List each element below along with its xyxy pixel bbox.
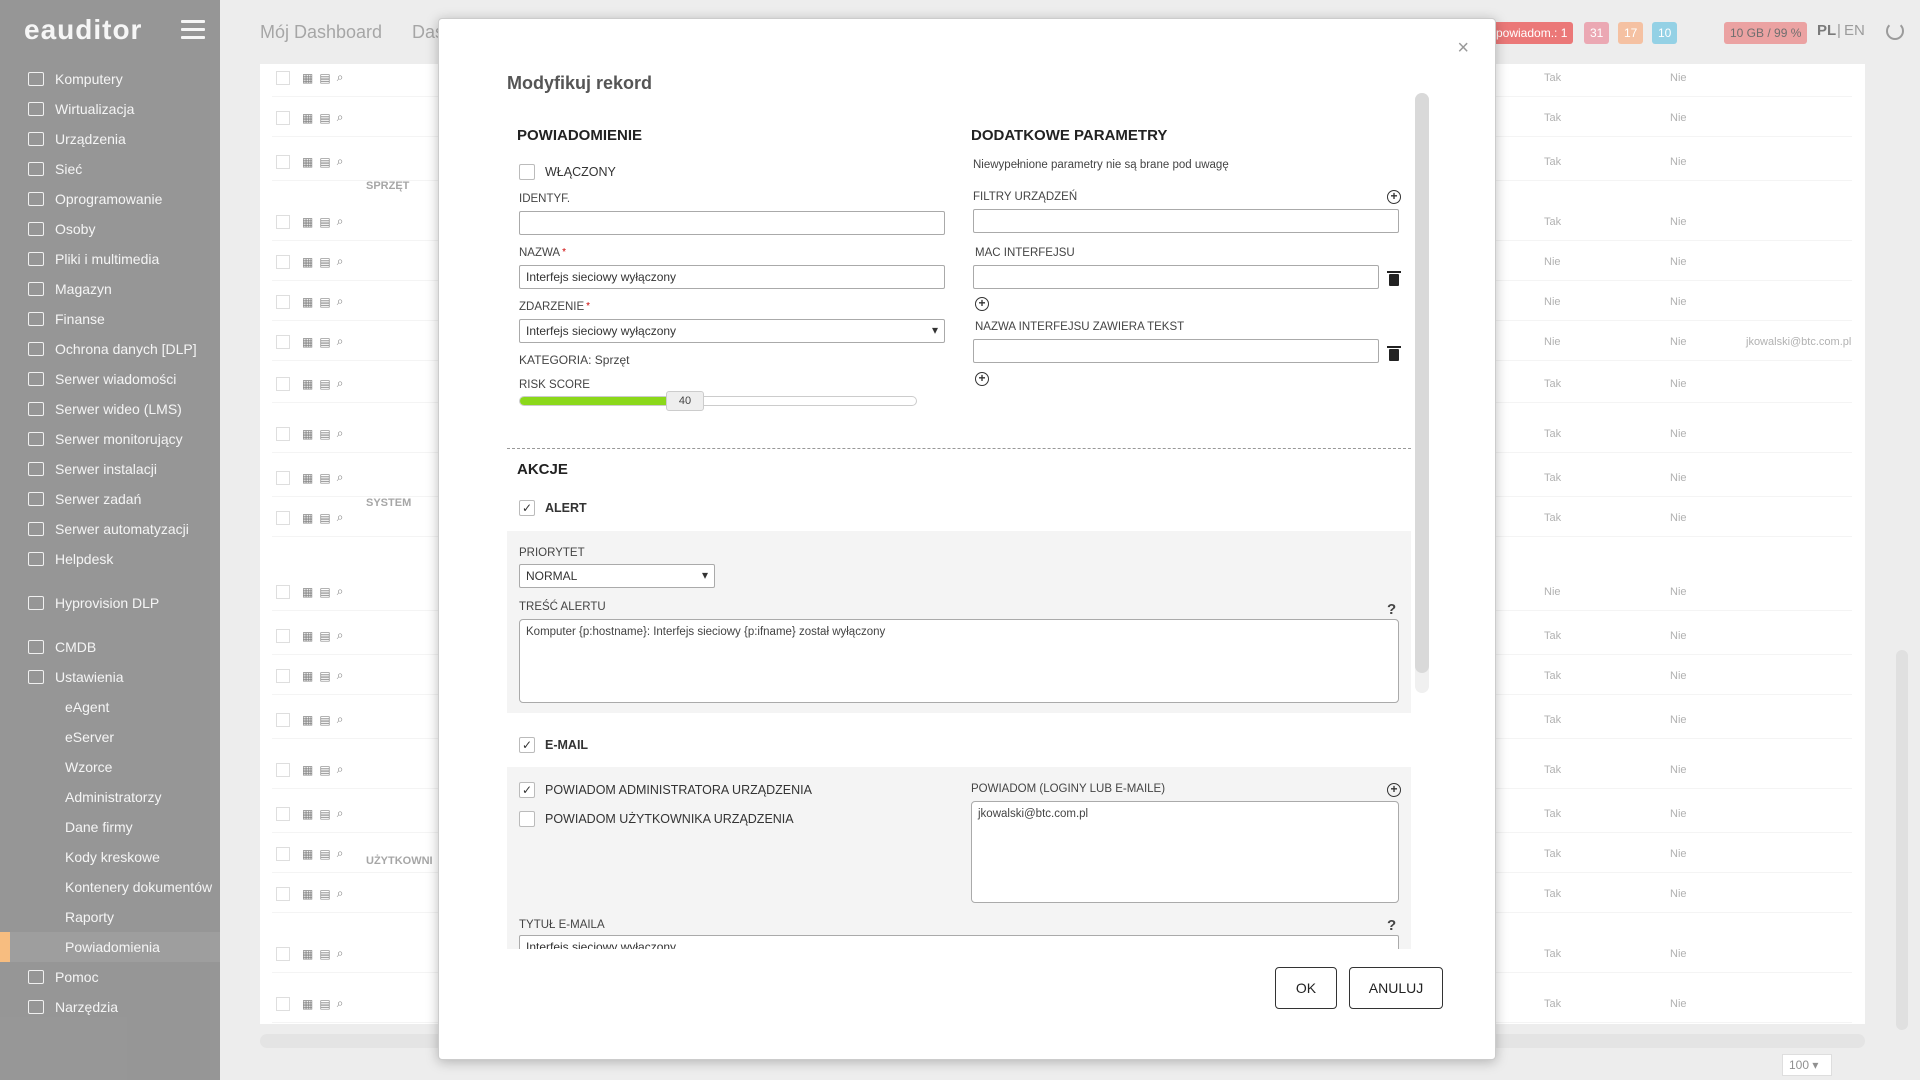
enabled-label: WŁĄCZONY (545, 165, 616, 179)
add-device-filter-icon[interactable]: + (1387, 190, 1401, 204)
cancel-button[interactable]: ANULUJ (1349, 967, 1443, 1009)
iface-name-label: NAZWA INTERFEJSU ZAWIERA TEKST (975, 321, 1185, 333)
modal-title: Modyfikuj rekord (507, 73, 653, 93)
notification-heading: POWIADOMIENIE (517, 127, 643, 144)
email-title-input[interactable]: Interfejs sieciowy wyłączony (519, 935, 1399, 949)
priority-select[interactable]: NORMAL (519, 564, 715, 588)
params-note: Niewypełnione parametry nie są brane pod… (973, 159, 1229, 171)
priority-label: PRIORYTET (519, 547, 585, 559)
device-filters-input[interactable] (973, 209, 1399, 233)
alert-label: ALERT (545, 501, 587, 515)
section-divider (507, 448, 1411, 449)
notify-list-label: POWIADOM (LOGINY LUB E-MAILE) (971, 783, 1166, 795)
params-heading: DODATKOWE PARAMETRY (971, 127, 1168, 144)
modal-scroll-thumb[interactable] (1415, 93, 1429, 673)
email-checkbox[interactable]: ✓ (519, 737, 535, 753)
alert-text-label: TREŚĆ ALERTU (519, 601, 606, 613)
risk-score-slider[interactable] (519, 396, 917, 406)
event-label: ZDARZENIE * (519, 301, 591, 313)
actions-heading: AKCJE (517, 461, 568, 478)
required-mark: * (586, 301, 591, 312)
risk-score-fill (520, 397, 679, 405)
close-icon[interactable]: × (1457, 37, 1469, 60)
name-input[interactable]: Interfejs sieciowy wyłączony (519, 265, 945, 289)
trash-icon[interactable] (1387, 346, 1401, 361)
id-input[interactable] (519, 211, 945, 235)
mac-input[interactable] (973, 265, 1379, 289)
add-recipient-icon[interactable]: + (1387, 783, 1401, 797)
event-select[interactable]: Interfejs sieciowy wyłączony (519, 319, 945, 343)
notify-admin-label: POWIADOM ADMINISTRATORA URZĄDZENIA (545, 783, 812, 797)
device-filters-label: FILTRY URZĄDZEŃ (973, 191, 1078, 203)
add-iface-name-icon[interactable]: + (975, 372, 989, 386)
ok-button[interactable]: OK (1275, 967, 1337, 1009)
category-text: KATEGORIA: Sprzęt (519, 353, 630, 367)
alert-checkbox[interactable]: ✓ (519, 500, 535, 516)
modal-body: POWIADOMIENIE WŁĄCZONY IDENTYF. NAZWA * I… (507, 99, 1411, 949)
iface-name-input[interactable] (973, 339, 1379, 363)
notify-user-label: POWIADOM UŻYTKOWNIKA URZĄDZENIA (545, 812, 794, 826)
edit-record-modal: × Modyfikuj rekord POWIADOMIENIE WŁĄCZON… (438, 18, 1496, 1060)
email-title-label: TYTUŁ E-MAILA (519, 919, 605, 931)
enabled-checkbox[interactable] (519, 164, 535, 180)
id-label: IDENTYF. (519, 193, 571, 205)
name-label: NAZWA * (519, 247, 567, 259)
trash-icon[interactable] (1387, 271, 1401, 286)
modal-scrollbar[interactable] (1415, 93, 1429, 693)
risk-score-label: RISK SCORE (519, 379, 590, 391)
mac-label: MAC INTERFEJSU (975, 247, 1075, 259)
risk-score-handle[interactable]: 40 (666, 391, 704, 411)
alert-text-help-icon[interactable]: ? (1387, 601, 1396, 618)
notify-list-textarea[interactable]: jkowalski@btc.com.pl (971, 801, 1399, 903)
notify-admin-checkbox[interactable]: ✓ (519, 782, 535, 798)
alert-text-textarea[interactable]: Komputer {p:hostname}: Interfejs sieciow… (519, 619, 1399, 703)
email-label: E-MAIL (545, 738, 589, 752)
add-mac-icon[interactable]: + (975, 297, 989, 311)
email-title-help-icon[interactable]: ? (1387, 917, 1396, 934)
required-mark: * (562, 247, 567, 258)
notify-user-checkbox[interactable] (519, 811, 535, 827)
